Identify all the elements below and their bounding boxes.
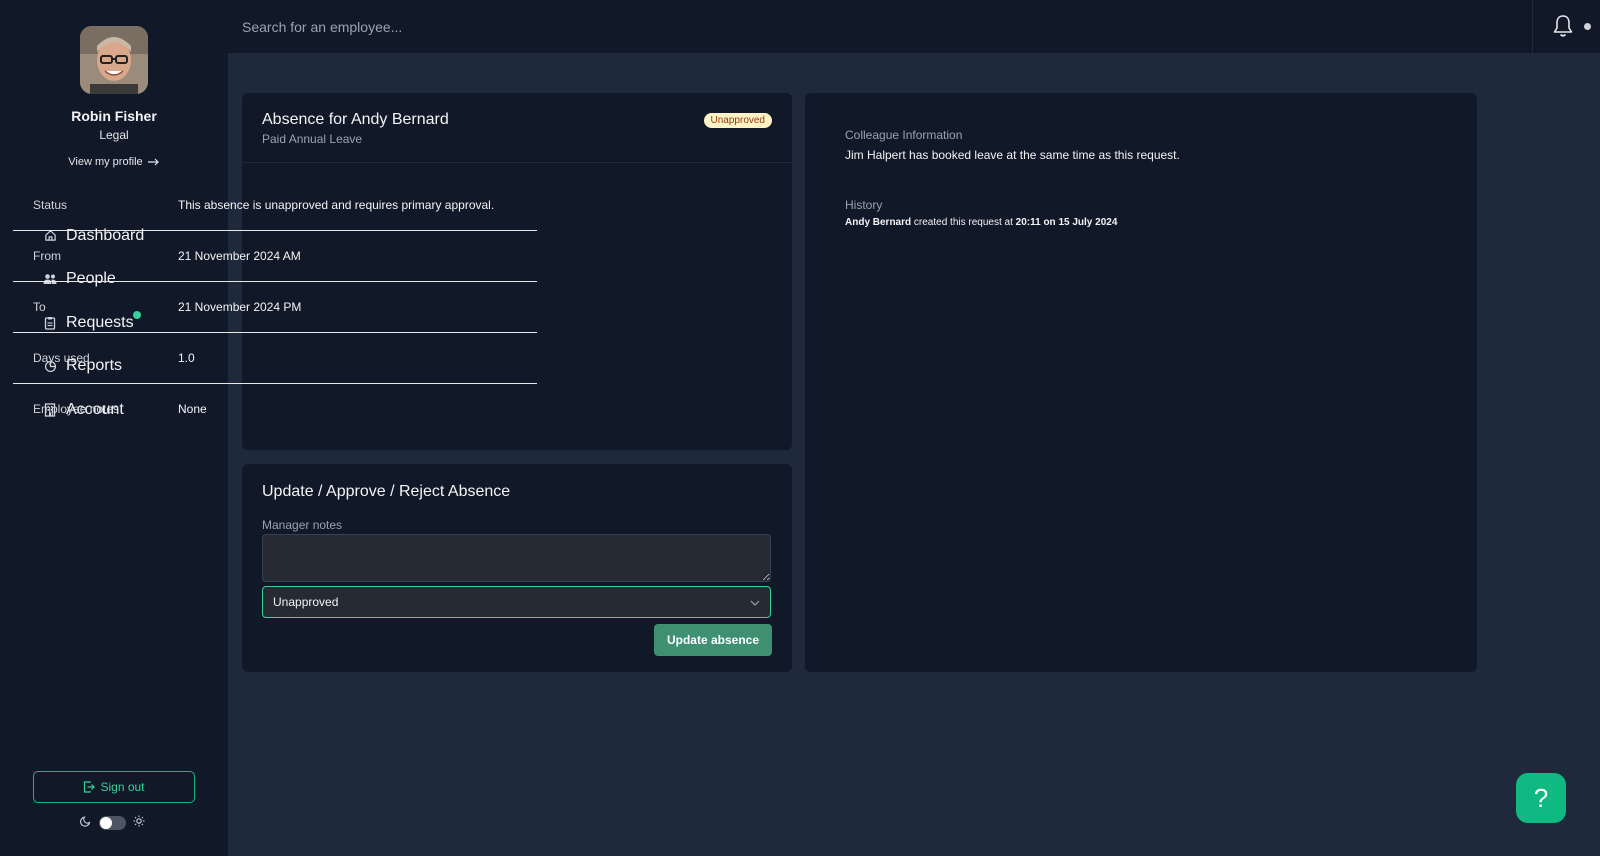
detail-value: 1.0 (178, 351, 195, 365)
detail-value: 21 November 2024 AM (178, 249, 301, 263)
status-badge: Unapproved (703, 113, 772, 128)
sign-out-label: Sign out (100, 780, 145, 794)
arrow-right-icon (146, 156, 160, 168)
manager-notes-field[interactable] (262, 534, 771, 582)
info-card: Colleague Information Jim Halpert has bo… (805, 93, 1477, 672)
bell-icon[interactable] (1552, 14, 1574, 43)
view-profile-link[interactable]: View my profile (0, 156, 228, 168)
employee-search-input[interactable] (242, 0, 1442, 53)
detail-value: 21 November 2024 PM (178, 300, 302, 314)
top-bar (228, 0, 1600, 53)
detail-row-days-used: Days used 1.0 (13, 333, 537, 383)
detail-value: None (178, 402, 207, 416)
sign-out-icon (83, 781, 96, 793)
update-absence-card: Update / Approve / Reject Absence Manage… (242, 464, 792, 672)
avatar-image (80, 26, 148, 94)
detail-label: Days used (33, 351, 90, 365)
update-absence-button[interactable]: Update absence (654, 624, 772, 656)
theme-switcher (80, 814, 145, 832)
update-form-title: Update / Approve / Reject Absence (262, 483, 511, 500)
colleague-info-text: Jim Halpert has booked leave at the same… (845, 148, 1180, 162)
history-time: 20:11 on 15 July 2024 (1015, 217, 1118, 228)
theme-toggle[interactable] (99, 816, 126, 830)
status-select-value: Unapproved (273, 595, 339, 609)
detail-label: From (33, 249, 61, 263)
sign-out-button[interactable]: Sign out (33, 771, 195, 803)
colleague-info-heading: Colleague Information (845, 128, 963, 142)
help-icon: ? (1533, 782, 1549, 813)
absence-title: Absence for Andy Bernard (262, 111, 449, 128)
status-select[interactable]: Unapproved (262, 586, 771, 618)
notification-dot (1584, 23, 1591, 30)
absence-type: Paid Annual Leave (262, 132, 363, 146)
user-name: Robin Fisher (71, 108, 157, 124)
moon-icon (80, 814, 92, 832)
avatar[interactable] (80, 26, 148, 94)
card-divider (242, 162, 792, 163)
user-department: Legal (99, 128, 129, 142)
history-actor: Andy Bernard (845, 217, 912, 228)
topbar-divider (1532, 0, 1533, 53)
detail-value: This absence is unapproved and requires … (178, 198, 495, 212)
sun-icon (133, 814, 145, 832)
detail-row-to: To 21 November 2024 PM (13, 282, 537, 332)
detail-row-status: Status This absence is unapproved and re… (13, 180, 537, 230)
detail-label: Employee notes (33, 402, 120, 416)
history-action: created this request at (911, 217, 1016, 228)
detail-label: Status (33, 198, 68, 212)
detail-row-employee-notes: Employee notes None (13, 384, 537, 434)
history-heading: History (845, 198, 883, 212)
manager-notes-label: Manager notes (262, 518, 343, 532)
history-entry: Andy Bernard created this request at 20:… (845, 217, 1117, 228)
theme-toggle-knob (100, 817, 112, 829)
view-profile-label: View my profile (68, 156, 143, 168)
detail-row-from: From 21 November 2024 AM (13, 231, 537, 281)
help-button[interactable]: ? (1516, 773, 1566, 823)
chevron-down-icon (750, 593, 760, 611)
detail-label: To (33, 300, 46, 314)
